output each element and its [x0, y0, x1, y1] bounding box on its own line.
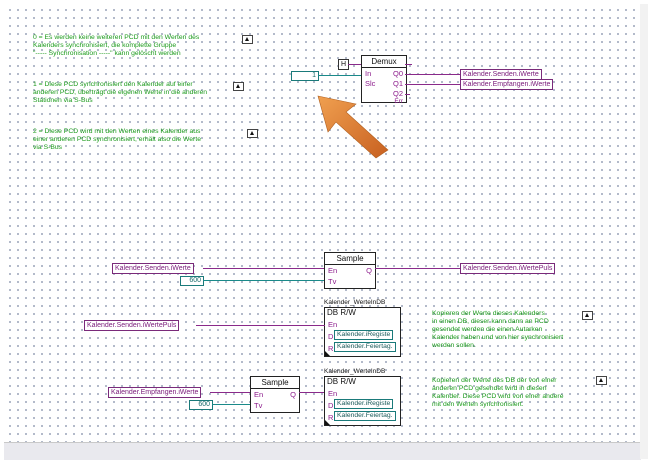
db-instance-name: Kalender_WerteInDB — [324, 368, 386, 375]
collapse-icon[interactable] — [242, 35, 253, 44]
wire — [203, 268, 325, 269]
db1-in-label[interactable]: Kalender.Senden.iWertePuls — [84, 320, 180, 331]
comment-line: Stationen via S-Bus — [33, 97, 93, 104]
port-slc: Slc — [365, 79, 376, 88]
collapse-icon[interactable] — [596, 376, 607, 385]
sample2-in-label[interactable]: Kalender.Empfangen.iWerte — [108, 387, 202, 398]
db1-r-register[interactable]: Kalender.Feiertag. — [334, 342, 396, 352]
horizontal-scrollbar[interactable] — [4, 442, 641, 460]
port-q0: Q0 — [392, 69, 403, 78]
db2-d-register[interactable]: Kalender.iRegiste — [334, 399, 394, 409]
q2-output-label[interactable]: Kalender.Empfangen.iWerte — [460, 79, 554, 90]
comment-mode-2[interactable]: 2 = Diese PCD wird mit den Werten eines … — [33, 128, 201, 152]
port-d: D — [328, 401, 334, 410]
comment-line: Kalender haben und von hier synchronisie… — [432, 334, 564, 341]
wire — [405, 64, 412, 65]
comment-line: mit den Werten synchronisiert. — [432, 401, 524, 408]
collapse-icon[interactable] — [247, 129, 258, 138]
port-tv: Tv — [328, 277, 337, 286]
sample-block-2[interactable]: Sample En Tv Q — [250, 376, 300, 413]
port-in: In — [365, 69, 372, 78]
comment-line: Kopieren der Werte dieses Kalenders — [432, 310, 545, 317]
wire — [299, 392, 325, 393]
port-en: En — [328, 320, 338, 329]
port-q: Q — [366, 266, 372, 275]
db-rw-block-2[interactable]: DB R/W En D R Kalender.iRegiste Kalender… — [324, 376, 401, 426]
collapse-icon[interactable] — [582, 311, 593, 320]
sample1-tv-value[interactable]: 600 — [180, 276, 204, 286]
wire — [348, 64, 362, 65]
comment-line: 1 = Diese PCD synchronisiert den Kalende… — [33, 81, 193, 88]
db1-d-register[interactable]: Kalender.iRegiste — [334, 330, 394, 340]
wire — [375, 268, 461, 269]
wire — [210, 392, 251, 393]
collapse-icon[interactable] — [233, 82, 244, 91]
comment-line: anderen PCD, überträgt die eigenen Werte… — [33, 89, 208, 96]
comment-copy-to-db[interactable]: Kopieren der Werte dieses Kalenders in e… — [432, 310, 563, 350]
sample1-in-label[interactable]: Kalender.Senden.iWerte — [112, 263, 194, 274]
comment-line: gesendet werden die einen Autarken — [432, 326, 543, 333]
port-en: En — [328, 389, 338, 398]
sample-block-1[interactable]: Sample En Tv Q — [324, 252, 376, 289]
db-instance-name: Kalender_WerteInDB — [324, 299, 386, 306]
comment-line: einer anderen PCD synchronisiert, erhält… — [33, 136, 201, 143]
block-title: Demux — [362, 56, 406, 68]
comment-line: Kalenders synchronisiert, die komplette … — [33, 42, 177, 49]
db2-r-register[interactable]: Kalender.Feiertag. — [334, 411, 396, 421]
editor-window: 0 = Es werden keine weiteren PCD mit den… — [0, 0, 648, 468]
wire — [212, 404, 251, 405]
db-rw-block-1[interactable]: DB R/W En D R Kalender.iRegiste Kalender… — [324, 307, 401, 357]
wire — [196, 325, 325, 326]
port-en: En — [328, 266, 338, 275]
demux-slc-value[interactable]: 1 — [291, 71, 319, 81]
comment-line: anderen PCD gesendet wird in diesen — [432, 385, 547, 392]
vertical-scrollbar[interactable] — [640, 4, 648, 459]
wire — [405, 84, 461, 85]
comment-line: in einen DB, dieser kann dann an PCD — [432, 318, 549, 325]
pointer-arrow-icon — [317, 95, 389, 159]
fupla-canvas[interactable]: 0 = Es werden keine weiteren PCD mit den… — [4, 4, 641, 442]
comment-line: "----- Synchronisation -----" kann gelös… — [33, 50, 181, 57]
block-title: DB R/W — [327, 377, 356, 386]
wire — [405, 94, 410, 95]
port-q1: Q1 — [392, 79, 403, 88]
wire — [318, 75, 362, 76]
block-title: Sample — [325, 253, 375, 265]
block-title: Sample — [251, 377, 299, 389]
comment-line: 2 = Diese PCD wird mit den Werten eines … — [33, 128, 201, 135]
comment-line: Kalender. Diese PCD wird von einer ander… — [432, 393, 564, 400]
comment-line: via S-Bus — [33, 144, 63, 151]
sample1-out-label[interactable]: Kalender.Senden.iWertePuls — [460, 263, 556, 274]
port-q: Q — [290, 390, 296, 399]
comment-mode-0[interactable]: 0 = Es werden keine weiteren PCD mit den… — [33, 34, 199, 58]
wire — [405, 74, 461, 75]
block-title: DB R/W — [327, 308, 356, 317]
port-tv: Tv — [254, 401, 263, 410]
port-en: En — [254, 390, 264, 399]
port-d: D — [328, 332, 334, 341]
comment-line: Kopieren der Werte des DB der von einer — [432, 377, 557, 384]
comment-line: werden sollen. — [432, 342, 476, 349]
corner-mark — [325, 420, 330, 425]
comment-mode-1[interactable]: 1 = Diese PCD synchronisiert den Kalende… — [33, 81, 207, 105]
corner-mark — [325, 351, 330, 356]
comment-line: 0 = Es werden keine weiteren PCD mit den… — [33, 34, 200, 41]
sample2-tv-value[interactable]: 600 — [189, 400, 213, 410]
comment-copy-from-db[interactable]: Kopieren der Werte des DB der von einer … — [432, 377, 563, 409]
wire — [203, 280, 325, 281]
